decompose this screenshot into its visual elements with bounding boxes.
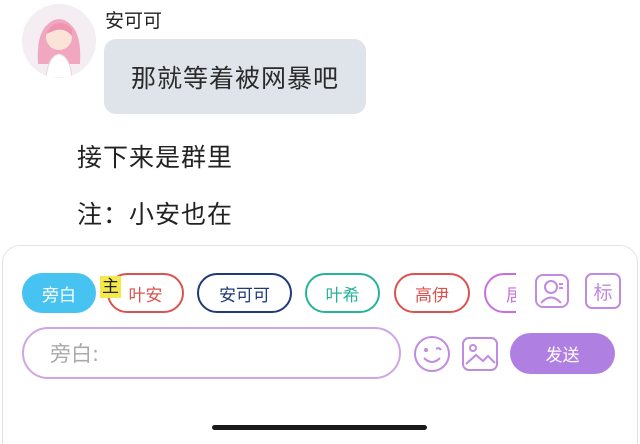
main-character-tag: 主 xyxy=(100,276,121,298)
message-input[interactable]: 旁白: xyxy=(22,327,401,379)
emoji-button[interactable] xyxy=(412,334,452,374)
image-button[interactable] xyxy=(461,335,499,373)
narration-text: 接下来是群里 xyxy=(77,143,234,172)
role-chip-ju[interactable]: 居 xyxy=(484,273,516,313)
portrait-icon xyxy=(535,274,569,308)
home-indicator[interactable] xyxy=(212,425,427,430)
role-chip-narrator[interactable]: 旁白 xyxy=(22,273,96,313)
message-bubble: 那就等着被网暴吧 xyxy=(104,39,366,114)
sender-name: 安可可 xyxy=(105,10,163,32)
role-chip-gao-yi[interactable]: 高伊 xyxy=(394,273,470,313)
narration-text: 注：小安也在 xyxy=(77,200,234,229)
role-chip-an-keke[interactable]: 安可可 xyxy=(197,273,292,313)
tag-button[interactable]: 标 xyxy=(585,273,621,309)
emoji-icon xyxy=(414,336,450,372)
image-icon xyxy=(462,337,498,371)
portrait-button[interactable] xyxy=(534,273,570,309)
avatar-illustration xyxy=(22,4,96,78)
role-chip-ye-xi[interactable]: 叶希 xyxy=(305,273,380,313)
send-button[interactable]: 发送 xyxy=(510,333,615,374)
avatar[interactable] xyxy=(22,4,96,78)
role-chip-overflow: 居 xyxy=(484,270,516,316)
